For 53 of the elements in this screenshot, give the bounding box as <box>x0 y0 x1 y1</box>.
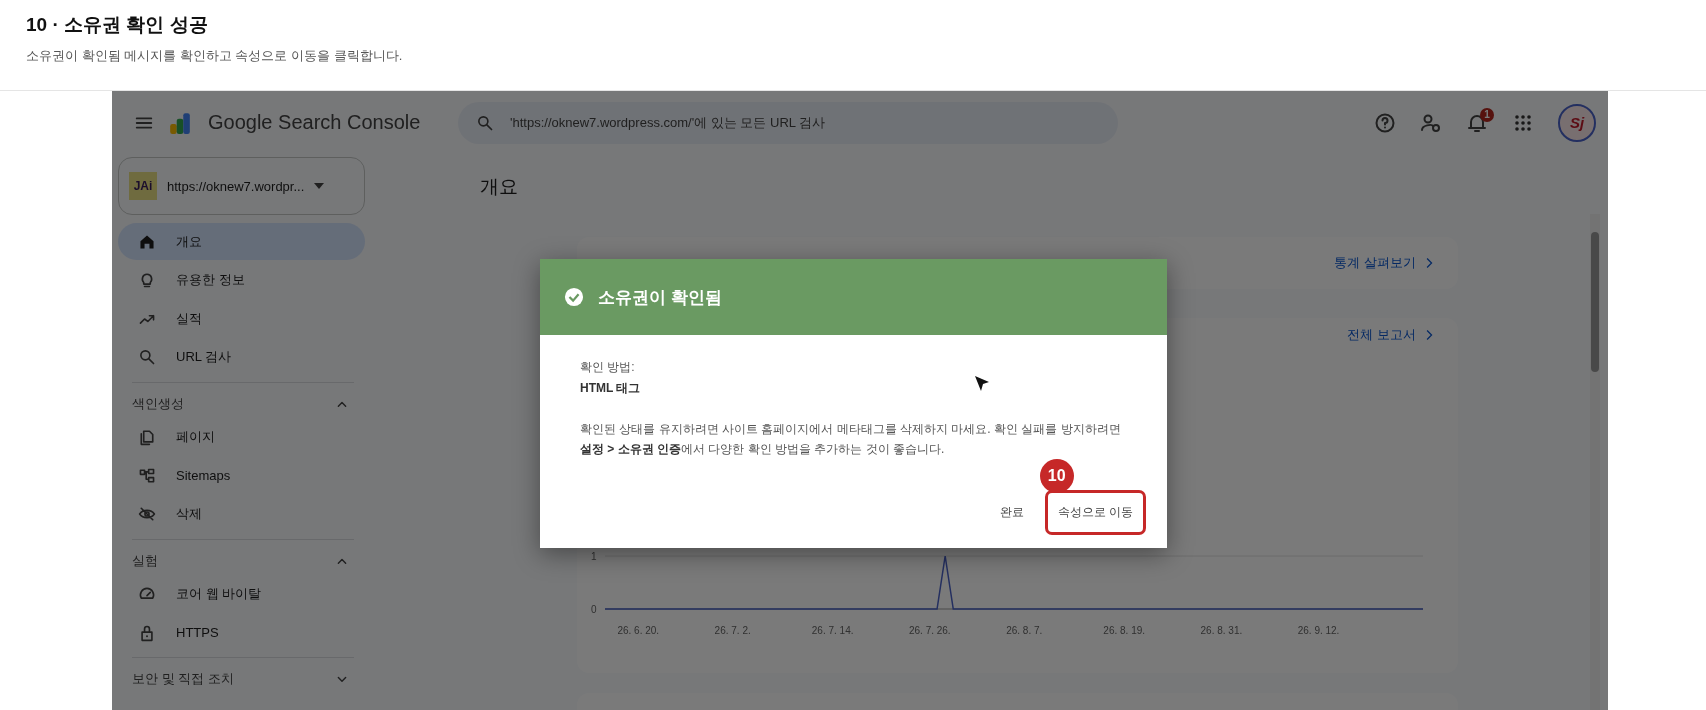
dialog-message: 확인된 상태를 유지하려면 사이트 홈페이지에서 메타태그를 삭제하지 마세요. 확인 실패를 방지하려면 설정 > 소유권 인증에서 다양한 확인 방법을 추가하는 것이 좋습니다. <box>580 421 1122 458</box>
sitemap-icon <box>138 466 156 485</box>
x-axis-label: 26. 8. 19. <box>1103 625 1146 636</box>
x-axis-label: 26. 6. 20. <box>617 625 660 636</box>
step-title: 10 · 소유권 확인 성공 <box>26 13 208 37</box>
product-name: Google Search Console <box>208 111 422 134</box>
nav-item[interactable]: 삭제 <box>118 495 365 533</box>
step-description: 소유권이 확인됨 메시지를 확인하고 속성으로 이동을 클릭합니다. <box>26 47 403 65</box>
nav-item[interactable]: 개요 <box>118 223 365 260</box>
property-logo: JAi <box>129 172 157 200</box>
step-number-badge: 10 <box>1039 459 1074 493</box>
stats-link[interactable]: 통계 살펴보기 <box>1334 254 1436 272</box>
nav-item[interactable]: 코어 웹 바이탈 <box>118 575 365 613</box>
lock-icon <box>138 623 156 642</box>
section-heading: 보안 및 직접 조치 <box>132 670 234 688</box>
notification-count: 1 <box>1480 107 1494 122</box>
method-label: 확인 방법: <box>580 359 635 376</box>
dropdown-caret-icon <box>314 183 325 189</box>
nav-item[interactable]: 실적 <box>118 300 365 337</box>
x-axis-label: 26. 8. 7. <box>1006 625 1043 636</box>
nav-item[interactable]: 유용한 정보 <box>118 261 365 299</box>
done-button[interactable]: 완료 <box>989 493 1034 532</box>
search-icon <box>138 348 156 366</box>
eye-slash-icon <box>138 505 156 523</box>
section-heading: 색인생성 <box>132 394 184 413</box>
nav-item[interactable]: HTTPS <box>118 614 365 651</box>
report-link[interactable]: 전체 보고서 <box>1347 326 1436 344</box>
search-field[interactable]: 'https://oknew7.wordpress.com/'에 있는 모든 URL 검사 <box>458 101 1118 144</box>
nav-item[interactable]: URL 검사 <box>118 338 365 376</box>
y-axis-label: 0 <box>591 604 597 615</box>
search-icon <box>476 113 494 132</box>
check-circle-icon <box>564 287 584 307</box>
help-icon[interactable] <box>1374 111 1396 134</box>
dialog-title: 소유권이 확인됨 <box>598 286 722 309</box>
x-axis-label: 26. 8. 31. <box>1200 625 1243 636</box>
nav-item[interactable]: 페이지 <box>118 418 365 456</box>
pages-icon <box>138 428 156 446</box>
property-selector[interactable]: JAi https://oknew7.wordpr... <box>118 157 365 215</box>
x-axis-label: 26. 9. 12. <box>1297 625 1340 636</box>
page-title: 개요 <box>480 175 518 199</box>
property-url: https://oknew7.wordpr... <box>167 178 305 194</box>
method-value: HTML 태그 <box>580 380 641 397</box>
nav-item[interactable]: Sitemaps <box>118 457 365 494</box>
x-axis-label: 26. 7. 2. <box>714 625 751 636</box>
bar-chart-logo-icon <box>168 110 192 135</box>
account-avatar[interactable]: Sj <box>1558 103 1596 142</box>
go-to-property-button[interactable]: 속성으로 이동 <box>1047 493 1143 532</box>
section-heading: 실험 <box>132 551 158 570</box>
x-axis-label: 26. 7. 14. <box>811 625 854 636</box>
mouse-pointer-icon <box>974 375 990 393</box>
y-axis-label: 1 <box>591 551 597 562</box>
x-axis-label: 26. 7. 26. <box>908 625 951 636</box>
scrollbar[interactable] <box>1590 214 1600 710</box>
